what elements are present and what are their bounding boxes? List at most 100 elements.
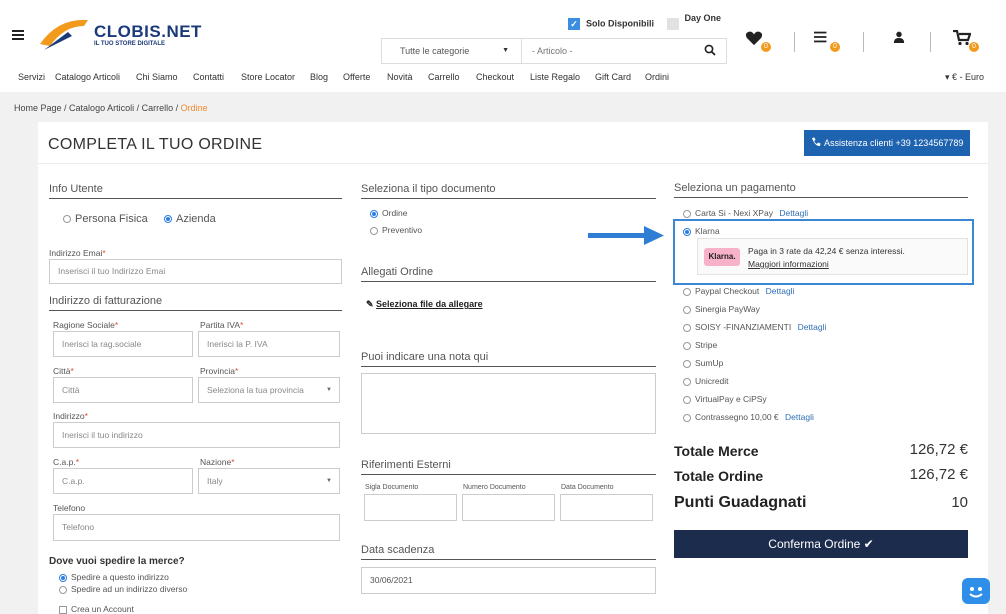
day-one-checkbox[interactable] (666, 18, 679, 30)
compare-badge: 0 (830, 42, 840, 52)
compare-button[interactable]: 0 (814, 30, 840, 52)
payment-option-sinergia[interactable]: Sinergia PayWay (683, 304, 760, 314)
payment-option-carta-si[interactable]: Carta Si - Nexi XPay Dettagli (683, 208, 808, 218)
vat-field[interactable]: Inerisci la P. IVA (198, 331, 340, 357)
radio-company[interactable] (164, 215, 172, 224)
nav-item-gift-card[interactable]: Gift Card (595, 72, 631, 82)
search-icon[interactable] (704, 44, 716, 56)
details-link[interactable]: Dettagli (766, 286, 795, 296)
breadcrumb-cart[interactable]: Carrello (142, 103, 174, 113)
radio-paypal[interactable] (683, 287, 691, 296)
payment-label-unicredit: Unicredit (695, 376, 729, 386)
radio-ship-other[interactable] (59, 585, 67, 594)
ship-same-option[interactable]: Spedire a questo indirizzo (59, 572, 169, 582)
country-select[interactable]: Italy ▼ (198, 468, 340, 494)
radio-quote[interactable] (370, 226, 378, 235)
payment-option-contrassegno[interactable]: Contrassegno 10,00 € Dettagli (683, 412, 814, 422)
confirm-order-button[interactable]: Confermа Ordine ✔ (674, 530, 968, 558)
klarna-logo: Klarna. (704, 248, 740, 266)
details-link[interactable]: Dettagli (779, 208, 808, 218)
account-button[interactable] (893, 30, 917, 52)
radio-stripe[interactable] (683, 341, 691, 350)
logo[interactable]: CLOBIS.NET IL TUO STORE DIGITALE (38, 14, 218, 52)
radio-virtualpay[interactable] (683, 395, 691, 404)
category-select[interactable]: Tutte le categorie ▼ (382, 39, 522, 63)
breadcrumb-catalog[interactable]: Catalogo Articoli (69, 103, 134, 113)
company-field[interactable]: Inerisci la rag.sociale (53, 331, 193, 357)
doc-sigla-field[interactable] (364, 494, 457, 521)
radio-carta-si[interactable] (683, 209, 691, 218)
attach-file-link[interactable]: ✎ Seleziona file da allegare (366, 299, 483, 310)
email-field[interactable]: Inserisci il tuo Indirizzo Emai (49, 259, 342, 284)
nav-item-checkout[interactable]: Checkout (476, 72, 514, 82)
solo-disponibili-checkbox[interactable]: ✓ (568, 18, 580, 30)
payment-option-virtualpay[interactable]: VirtualPay e CiPSy (683, 394, 767, 404)
radio-sinergia[interactable] (683, 305, 691, 314)
section-attachments: Allegati Ordine (361, 266, 656, 282)
assistance-button[interactable]: Assistenza clienti +39 1234567789 (804, 130, 970, 156)
radio-private[interactable] (63, 215, 71, 224)
currency-select[interactable]: ▾ € - Euro (945, 72, 984, 83)
cart-badge: 0 (969, 42, 979, 52)
payment-option-sumup[interactable]: SumUp (683, 358, 723, 368)
pointer-arrow-icon (588, 226, 664, 245)
nav-item-servizi[interactable]: Servizi (18, 72, 45, 82)
doc-type-order[interactable]: Ordine (370, 208, 408, 218)
zip-field[interactable]: C.a.p. (53, 468, 193, 494)
breadcrumb-home[interactable]: Home Page (14, 103, 62, 113)
user-type-private[interactable]: Persona Fisica (63, 213, 148, 225)
province-select[interactable]: Seleziona la tua provincia ▼ (198, 377, 340, 403)
ship-other-option[interactable]: Spedire ad un indirizzo diverso (59, 584, 187, 594)
cart-button[interactable]: 0 (953, 29, 979, 52)
due-date-field[interactable]: 30/06/2021 (361, 567, 656, 594)
points-label: Punti Guadagnati (674, 494, 807, 511)
address-field[interactable]: Inerisci il tuo indirizzo (53, 422, 340, 448)
nav-item-chi-siamo[interactable]: Chi Siamo (136, 72, 178, 82)
doc-number-field[interactable] (462, 494, 555, 521)
nav-item-store-locator[interactable]: Store Locator (241, 72, 295, 82)
create-account-label: Crea un Account (71, 604, 134, 614)
nav-item-novita[interactable]: Novità (387, 72, 413, 82)
nav-item-carrello[interactable]: Carrello (428, 72, 460, 82)
city-field[interactable]: Città (53, 377, 193, 403)
note-textarea[interactable] (361, 373, 656, 434)
nav-item-blog[interactable]: Blog (310, 72, 328, 82)
payment-option-klarna[interactable]: Klarna (683, 226, 720, 236)
nav-item-contatti[interactable]: Contatti (193, 72, 224, 82)
payment-option-unicredit[interactable]: Unicredit (683, 376, 729, 386)
nav-item-catalogo[interactable]: Catalogo Articoli (55, 72, 120, 82)
total-order-label: Totale Ordine (674, 468, 764, 484)
details-link[interactable]: Dettagli (785, 412, 814, 422)
radio-contrassegno[interactable] (683, 413, 691, 422)
nav-item-offerte[interactable]: Offerte (343, 72, 370, 82)
payment-option-paypal[interactable]: Paypal Checkout Dettagli (683, 286, 794, 296)
points-value: 10 (951, 494, 968, 511)
nav-item-ordini[interactable]: Ordini (645, 72, 669, 82)
address-label-text: Indirizzo (53, 411, 85, 421)
phone-field[interactable]: Telefono (53, 514, 340, 541)
payment-option-stripe[interactable]: Stripe (683, 340, 717, 350)
doc-type-quote[interactable]: Preventivo (370, 225, 422, 235)
klarna-more-link[interactable]: Maggiori informazioni (748, 259, 829, 269)
user-type-company[interactable]: Azienda (164, 213, 216, 225)
menu-icon[interactable] (12, 30, 24, 40)
radio-soisy[interactable] (683, 323, 691, 332)
city-label-text: Città (53, 366, 71, 376)
create-account-option[interactable]: Crea un Account (59, 604, 134, 614)
payment-option-soisy[interactable]: SOISY -FINANZIAMENTI Dettagli (683, 322, 826, 332)
attach-file-label: Seleziona file da allegare (376, 299, 483, 309)
create-account-checkbox[interactable] (59, 605, 67, 614)
radio-sumup[interactable] (683, 359, 691, 368)
radio-order[interactable] (370, 209, 378, 218)
nav-item-liste-regalo[interactable]: Liste Regalo (530, 72, 580, 82)
details-link[interactable]: Dettagli (798, 322, 827, 332)
radio-unicredit[interactable] (683, 377, 691, 386)
doc-date-label: Data Documento (561, 484, 614, 491)
chevron-down-icon: ▼ (326, 478, 332, 484)
chat-widget[interactable] (962, 578, 990, 604)
radio-klarna[interactable] (683, 227, 691, 236)
doc-date-field[interactable] (560, 494, 653, 521)
radio-ship-same[interactable] (59, 573, 67, 582)
wishlist-button[interactable]: 0 (745, 30, 771, 52)
search-input[interactable] (532, 39, 682, 63)
